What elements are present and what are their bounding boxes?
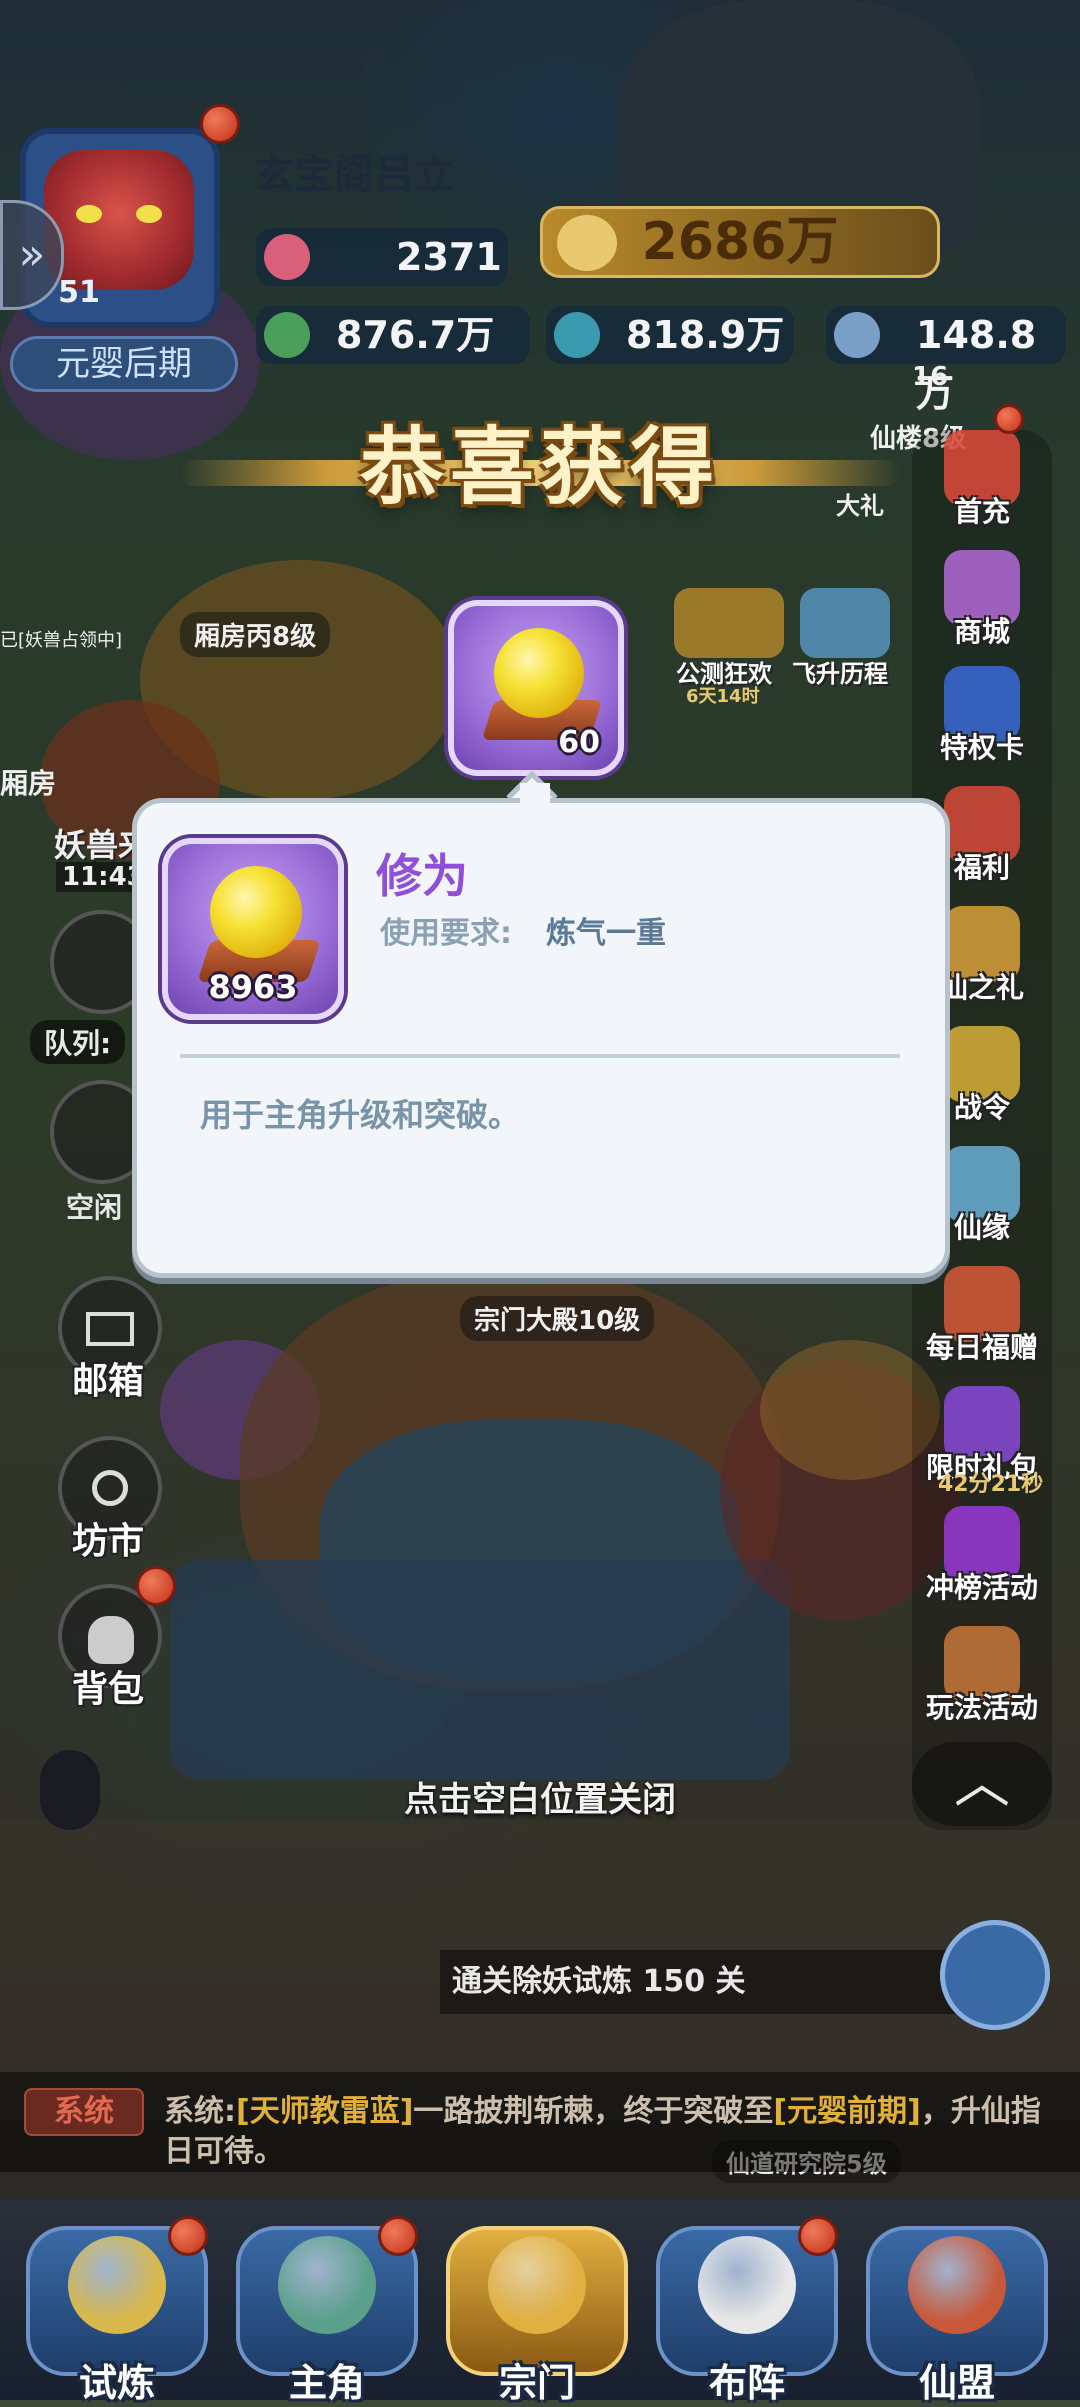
spirit-stone-icon [264, 312, 310, 358]
chat-realm: [元婴前期] [773, 2094, 921, 2129]
right-menu-label[interactable]: 玩法活动 [912, 1686, 1052, 1726]
market-coin-icon [92, 1470, 128, 1506]
nav-tab-label: 主角 [288, 2361, 365, 2405]
nav-tab-4[interactable]: 仙盟 [858, 2206, 1056, 2405]
resource-value: 876.7万 [336, 313, 495, 357]
notification-dot [798, 2216, 838, 2256]
resource-spirit[interactable]: 876.7万 [256, 306, 530, 364]
cultivation-orb-icon [210, 866, 302, 958]
notification-dot [200, 104, 240, 144]
item-description: 用于主角升级和突破。 [200, 1096, 521, 1134]
right-menu-label[interactable]: 商城 [912, 610, 1052, 650]
chat-player: [天师教雷蓝] [236, 2094, 414, 2129]
map-label-wing-room[interactable]: 厢房丙8级 [180, 612, 331, 657]
player-name: 玄宝阁吕立 [254, 152, 454, 198]
crossed-swords-icon [557, 215, 617, 271]
notification-dot [136, 1566, 176, 1606]
resource-vitality[interactable]: 2371 [256, 228, 508, 286]
nav-tab-2[interactable]: 宗门 [438, 2206, 636, 2405]
cultivation-orb-icon [494, 628, 584, 718]
popup-item-icon: 8963 [162, 838, 344, 1020]
close-hint: 点击空白位置关闭 [404, 1780, 676, 1820]
requirement-value: 炼气一重 [546, 916, 666, 951]
notification-dot [168, 2216, 208, 2256]
reward-banner: 恭喜获得 [180, 400, 900, 540]
chat-middle: 一路披荆斩棘，终于突破至 [413, 2094, 774, 2129]
map-label-sect-hall[interactable]: 宗门大殿10级 [460, 1296, 655, 1341]
avatar-portrait [44, 150, 194, 290]
reward-quantity: 60 [558, 725, 600, 760]
nav-tab-label: 仙盟 [918, 2361, 995, 2405]
mail-icon [86, 1312, 134, 1346]
nav-tab-label: 试炼 [78, 2361, 155, 2405]
quest-scroll-icon[interactable] [940, 1920, 1050, 2030]
idle-label: 空闲 [66, 1191, 123, 1224]
map-label-wing-room-partial: 厢房 [0, 767, 57, 800]
bag-icon [88, 1616, 134, 1664]
player-realm[interactable]: 元婴后期 [10, 336, 238, 392]
nav-tab-icon [68, 2236, 166, 2334]
nav-tab-icon [488, 2236, 586, 2334]
right-menu-label[interactable]: 冲榜活动 [912, 1566, 1052, 1606]
peach-icon [264, 234, 310, 280]
limited-pack-timer: 42分21秒 [938, 1472, 1044, 1497]
popup-divider [180, 1054, 900, 1058]
owned-count: 8963 [208, 968, 298, 1006]
backpack-label: 背包 [72, 1669, 145, 1710]
team-label: 队列: [30, 1020, 126, 1064]
nav-tab-label: 宗门 [498, 2361, 575, 2405]
nav-tab-icon [908, 2236, 1006, 2334]
chat-channel-tag: 系统 [24, 2088, 144, 2136]
test-event-icon[interactable] [674, 588, 784, 658]
resource-value: 818.9万 [626, 313, 785, 357]
mail-label: 邮箱 [72, 1361, 145, 1402]
test-event-timer: 6天14时 [686, 686, 760, 707]
nav-tab-1[interactable]: 主角 [228, 2206, 426, 2405]
chat-prefix: 系统: [164, 2094, 236, 2129]
combat-power: 2686万 [540, 206, 940, 278]
quest-tracker[interactable]: 通关除妖试炼 150 关 [440, 1950, 960, 2014]
market-label: 坊市 [72, 1521, 145, 1562]
right-menu-label[interactable]: 特权卡 [912, 726, 1052, 766]
tower-badge: 16 [912, 362, 949, 392]
item-name: 修为 [376, 849, 468, 903]
requirement-label: 使用要求: [380, 916, 512, 951]
crystal-icon [554, 312, 600, 358]
resource-cloud[interactable]: 148.8万 [826, 306, 1066, 415]
notification-dot [378, 2216, 418, 2256]
chat-message: 系统:[天师教雷蓝]一路披荆斩棘，终于突破至[元婴前期]，升仙指日可待。 [164, 2092, 1044, 2172]
beast-occupied-label: 已[妖兽占领中] [0, 630, 123, 651]
ascension-label: 飞升历程 [792, 660, 888, 688]
resource-value: 2371 [396, 235, 502, 279]
notification-dot [994, 404, 1024, 434]
right-menu-label[interactable]: 每日福赠 [912, 1326, 1052, 1366]
right-menu-label[interactable]: 首充 [912, 490, 1052, 530]
ascension-icon[interactable] [800, 588, 890, 658]
nav-tab-3[interactable]: 布阵 [648, 2206, 846, 2405]
resource-crystal[interactable]: 818.9万 [546, 306, 794, 364]
reward-item-cultivation[interactable]: 60 [448, 600, 624, 776]
nav-tab-icon [698, 2236, 796, 2334]
combat-power-value: 2686万 [641, 212, 839, 272]
reward-banner-title: 恭喜获得 [359, 418, 720, 516]
popup-pointer-cover [520, 783, 550, 811]
nav-tab-0[interactable]: 试炼 [18, 2206, 216, 2405]
quest-text: 通关除妖试炼 150 关 [452, 1964, 746, 1999]
cloud-icon [834, 312, 880, 358]
nav-tab-label: 布阵 [708, 2361, 785, 2405]
nav-tab-icon [278, 2236, 376, 2334]
